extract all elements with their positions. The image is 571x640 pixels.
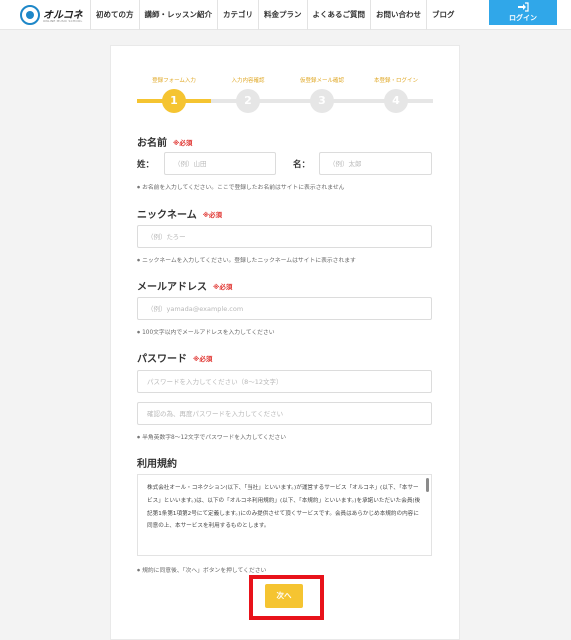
required-badge: ※必須 [202,211,223,219]
nav-pricing[interactable]: 料金プラン [258,0,307,30]
required-badge: ※必須 [173,139,193,147]
required-badge: ※必須 [213,283,233,291]
step-circle-2: 2 [236,89,260,113]
login-button[interactable]: ログイン [489,0,557,25]
first-name-input[interactable] [319,152,432,175]
terms-scrollbar[interactable] [426,478,429,492]
logo-icon [20,5,40,25]
site-header: オルコネ ONLINE MUSIC SCHOOL 初めての方 講師・レッスン紹介… [0,0,571,30]
terms-section-title: 利用規約 [137,459,177,470]
password-hint: 半角英数字8〜12文字でパスワードを入力してください [137,432,286,441]
last-name-input[interactable] [164,152,276,175]
email-input[interactable] [137,297,432,320]
first-name-label: 名： [293,160,311,170]
step-circle-1: 1 [162,89,186,113]
nickname-input[interactable] [137,225,432,248]
login-label: ログイン [509,14,537,22]
nav-contact[interactable]: お問い合わせ [370,0,426,30]
nickname-title-text: ニックネーム [137,210,197,221]
email-section-title: メールアドレス ※必須 [137,278,232,293]
nickname-hint: ニックネームを入力してください。登録したニックネームはサイトに表示されます [137,255,356,264]
step-label-3: 仮登録メール確認 [299,78,344,84]
name-title-text: お名前 [137,138,167,149]
nav-blog[interactable]: ブログ [426,0,460,30]
login-icon [517,2,529,12]
password-title-text: パスワード [137,354,187,365]
step-circle-4: 4 [384,89,408,113]
password-confirm-input[interactable] [137,402,432,425]
required-badge: ※必須 [193,355,213,363]
email-title-text: メールアドレス [137,282,207,293]
nav-teachers[interactable]: 講師・レッスン紹介 [138,0,218,30]
site-logo[interactable]: オルコネ ONLINE MUSIC SCHOOL [20,5,90,27]
terms-hint: 規約に同意後、「次へ」ボタンを押してください [137,565,266,574]
logo-subtitle: ONLINE MUSIC SCHOOL [43,19,83,23]
step-label-2: 入力内容確認 [231,78,265,84]
highlight-box [249,575,324,620]
nav-faq[interactable]: よくあるご質問 [306,0,371,30]
main-nav: 初めての方 講師・レッスン紹介 カテゴリ 料金プラン よくあるご質問 お問い合わ… [90,0,460,30]
nav-category[interactable]: カテゴリ [217,0,258,30]
step-label-4: 本登録・ログイン [373,78,418,84]
terms-scroll-box[interactable]: 株式会社オール・コネクション(以下、「当社」といいます。)が運営するサービス「オ… [137,474,432,556]
nav-first-time[interactable]: 初めての方 [90,0,139,30]
step-circle-3: 3 [310,89,334,113]
name-section-title: お名前 ※必須 [137,134,192,149]
email-hint: 100文字以内でメールアドレスを入力してください [137,327,274,336]
password-input[interactable] [137,370,432,393]
step-label-1: 登録フォーム入力 [152,78,196,84]
nickname-section-title: ニックネーム ※必須 [137,206,222,221]
last-name-label: 姓： [137,160,155,170]
password-section-title: パスワード ※必須 [137,350,212,365]
name-hint: お名前を入力してください。ここで登録したお名前はサイトに表示されません [137,182,344,191]
terms-text: 株式会社オール・コネクション(以下、「当社」といいます。)が運営するサービス「オ… [147,485,421,530]
